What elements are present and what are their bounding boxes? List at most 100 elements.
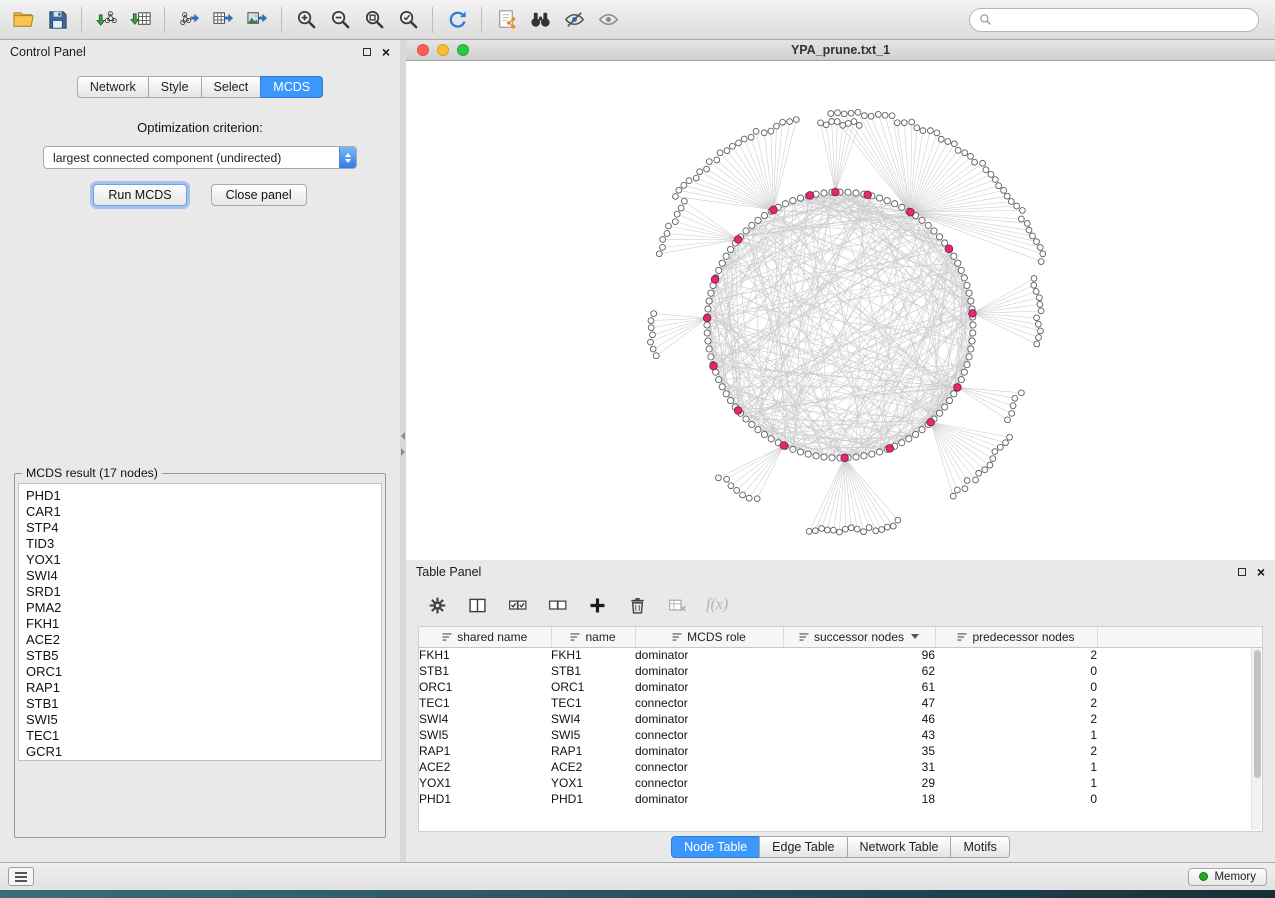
mcds-result-item[interactable]: SWI5 xyxy=(26,712,381,728)
deselect-all-button[interactable] xyxy=(542,590,572,620)
mcds-result-item[interactable]: GCR1 xyxy=(26,744,381,760)
float-panel-icon[interactable] xyxy=(1238,568,1246,576)
column-header-successor-nodes[interactable]: successor nodes xyxy=(783,627,935,647)
splitter-collapse-left-icon[interactable] xyxy=(401,432,405,440)
list-icon xyxy=(15,876,27,878)
mcds-result-item[interactable]: RAP1 xyxy=(26,680,381,696)
delete-column-button[interactable] xyxy=(622,590,652,620)
zoom-fit-button[interactable] xyxy=(357,4,391,36)
mcds-result-group: MCDS result (17 nodes) PHD1CAR1STP4TID3Y… xyxy=(14,466,386,838)
close-panel-icon[interactable]: × xyxy=(1257,565,1265,579)
mcds-result-item[interactable]: STB1 xyxy=(26,696,381,712)
select-all-button[interactable] xyxy=(502,590,532,620)
tab-network-table[interactable]: Network Table xyxy=(847,836,952,858)
save-icon xyxy=(46,8,69,31)
close-panel-icon[interactable]: × xyxy=(382,45,390,59)
table-row[interactable]: FKH1FKH1dominator962 xyxy=(419,647,1262,663)
table-row[interactable]: SWI4SWI4dominator462 xyxy=(419,711,1262,727)
tab-edge-table[interactable]: Edge Table xyxy=(759,836,847,858)
table-row[interactable]: TEC1TEC1connector472 xyxy=(419,695,1262,711)
trash-icon xyxy=(627,595,648,616)
node-table-container: shared namenameMCDS rolesuccessor nodesp… xyxy=(418,626,1263,832)
show-elements-button[interactable] xyxy=(591,4,625,36)
delete-table-button[interactable] xyxy=(662,590,692,620)
export-image-icon xyxy=(246,8,269,31)
mcds-result-item[interactable]: ACE2 xyxy=(26,632,381,648)
splitter-collapse-right-icon[interactable] xyxy=(401,448,405,456)
run-mcds-button[interactable]: Run MCDS xyxy=(93,184,186,206)
memory-status-icon xyxy=(1199,872,1208,881)
export-table-button[interactable] xyxy=(206,4,240,36)
task-history-button[interactable] xyxy=(8,867,34,886)
zoom-out-button[interactable] xyxy=(323,4,357,36)
save-session-button[interactable] xyxy=(40,4,74,36)
table-settings-button[interactable] xyxy=(422,590,452,620)
refresh-layout-button[interactable] xyxy=(440,4,474,36)
column-header-mcds-role[interactable]: MCDS role xyxy=(635,627,783,647)
table-panel-header: Table Panel × xyxy=(406,560,1275,584)
tab-network[interactable]: Network xyxy=(77,76,149,98)
show-columns-button[interactable] xyxy=(462,590,492,620)
column-header-name[interactable]: name xyxy=(551,627,635,647)
table-scrollbar[interactable] xyxy=(1251,648,1261,830)
column-header-predecessor-nodes[interactable]: predecessor nodes xyxy=(935,627,1097,647)
tab-select[interactable]: Select xyxy=(201,76,262,98)
export-network-button[interactable] xyxy=(172,4,206,36)
table-row[interactable]: RAP1RAP1dominator352 xyxy=(419,743,1262,759)
float-panel-icon[interactable] xyxy=(363,48,371,56)
tab-style[interactable]: Style xyxy=(148,76,202,98)
column-type-icon xyxy=(570,632,580,642)
control-panel: Control Panel × NetworkStyleSelectMCDS O… xyxy=(0,40,400,862)
find-button[interactable] xyxy=(523,4,557,36)
mcds-result-item[interactable]: TEC1 xyxy=(26,728,381,744)
hide-elements-button[interactable] xyxy=(557,4,591,36)
panel-splitter[interactable] xyxy=(400,40,406,862)
mcds-result-item[interactable]: TID3 xyxy=(26,536,381,552)
mcds-result-item[interactable]: STB5 xyxy=(26,648,381,664)
status-bar: Memory xyxy=(0,862,1275,890)
optimization-criterion-label: Optimization criterion: xyxy=(0,120,400,135)
zoom-selected-button[interactable] xyxy=(391,4,425,36)
mcds-result-item[interactable]: FKH1 xyxy=(26,616,381,632)
function-builder-button[interactable]: f(x) xyxy=(706,596,728,614)
node-table-header-row: shared namenameMCDS rolesuccessor nodesp… xyxy=(419,627,1262,647)
mcds-result-item[interactable]: CAR1 xyxy=(26,504,381,520)
sort-caret-icon[interactable] xyxy=(911,634,919,639)
table-row[interactable]: YOX1YOX1connector291 xyxy=(419,775,1262,791)
tab-mcds[interactable]: MCDS xyxy=(260,76,323,98)
mcds-result-item[interactable]: PMA2 xyxy=(26,600,381,616)
mcds-result-item[interactable]: SWI4 xyxy=(26,568,381,584)
mcds-result-item[interactable]: STP4 xyxy=(26,520,381,536)
mcds-result-item[interactable]: PHD1 xyxy=(26,488,381,504)
zoom-in-button[interactable] xyxy=(289,4,323,36)
table-row[interactable]: SWI5SWI5connector431 xyxy=(419,727,1262,743)
close-panel-button[interactable]: Close panel xyxy=(211,184,307,206)
export-image-button[interactable] xyxy=(240,4,274,36)
mcds-result-item[interactable]: SRD1 xyxy=(26,584,381,600)
import-network-button[interactable] xyxy=(89,4,123,36)
import-table-button[interactable] xyxy=(123,4,157,36)
add-column-button[interactable] xyxy=(582,590,612,620)
table-scrollbar-thumb[interactable] xyxy=(1254,650,1261,778)
tab-motifs[interactable]: Motifs xyxy=(950,836,1009,858)
memory-button[interactable]: Memory xyxy=(1188,868,1267,886)
criterion-dropdown[interactable]: largest connected component (undirected) xyxy=(43,146,357,169)
column-header-shared-name[interactable]: shared name xyxy=(419,627,551,647)
search-input[interactable] xyxy=(998,13,1249,27)
open-file-button[interactable] xyxy=(6,4,40,36)
mcds-result-item[interactable]: ORC1 xyxy=(26,664,381,680)
mcds-result-item[interactable]: YOX1 xyxy=(26,552,381,568)
toolbar-separator xyxy=(164,7,165,33)
table-row[interactable]: PHD1PHD1dominator180 xyxy=(419,791,1262,807)
table-row[interactable]: ORC1ORC1dominator610 xyxy=(419,679,1262,695)
control-panel-tabs: NetworkStyleSelectMCDS xyxy=(0,76,400,98)
table-toolbar: f(x) xyxy=(406,584,1275,626)
table-row[interactable]: STB1STB1dominator620 xyxy=(419,663,1262,679)
criterion-selected-value: largest connected component (undirected) xyxy=(44,151,339,165)
search-box xyxy=(969,8,1259,32)
network-canvas[interactable] xyxy=(406,61,1275,560)
table-row[interactable]: ACE2ACE2connector311 xyxy=(419,759,1262,775)
tab-node-table[interactable]: Node Table xyxy=(671,836,760,858)
network-title: YPA_prune.txt_1 xyxy=(406,43,1275,57)
duplicate-network-button[interactable] xyxy=(489,4,523,36)
